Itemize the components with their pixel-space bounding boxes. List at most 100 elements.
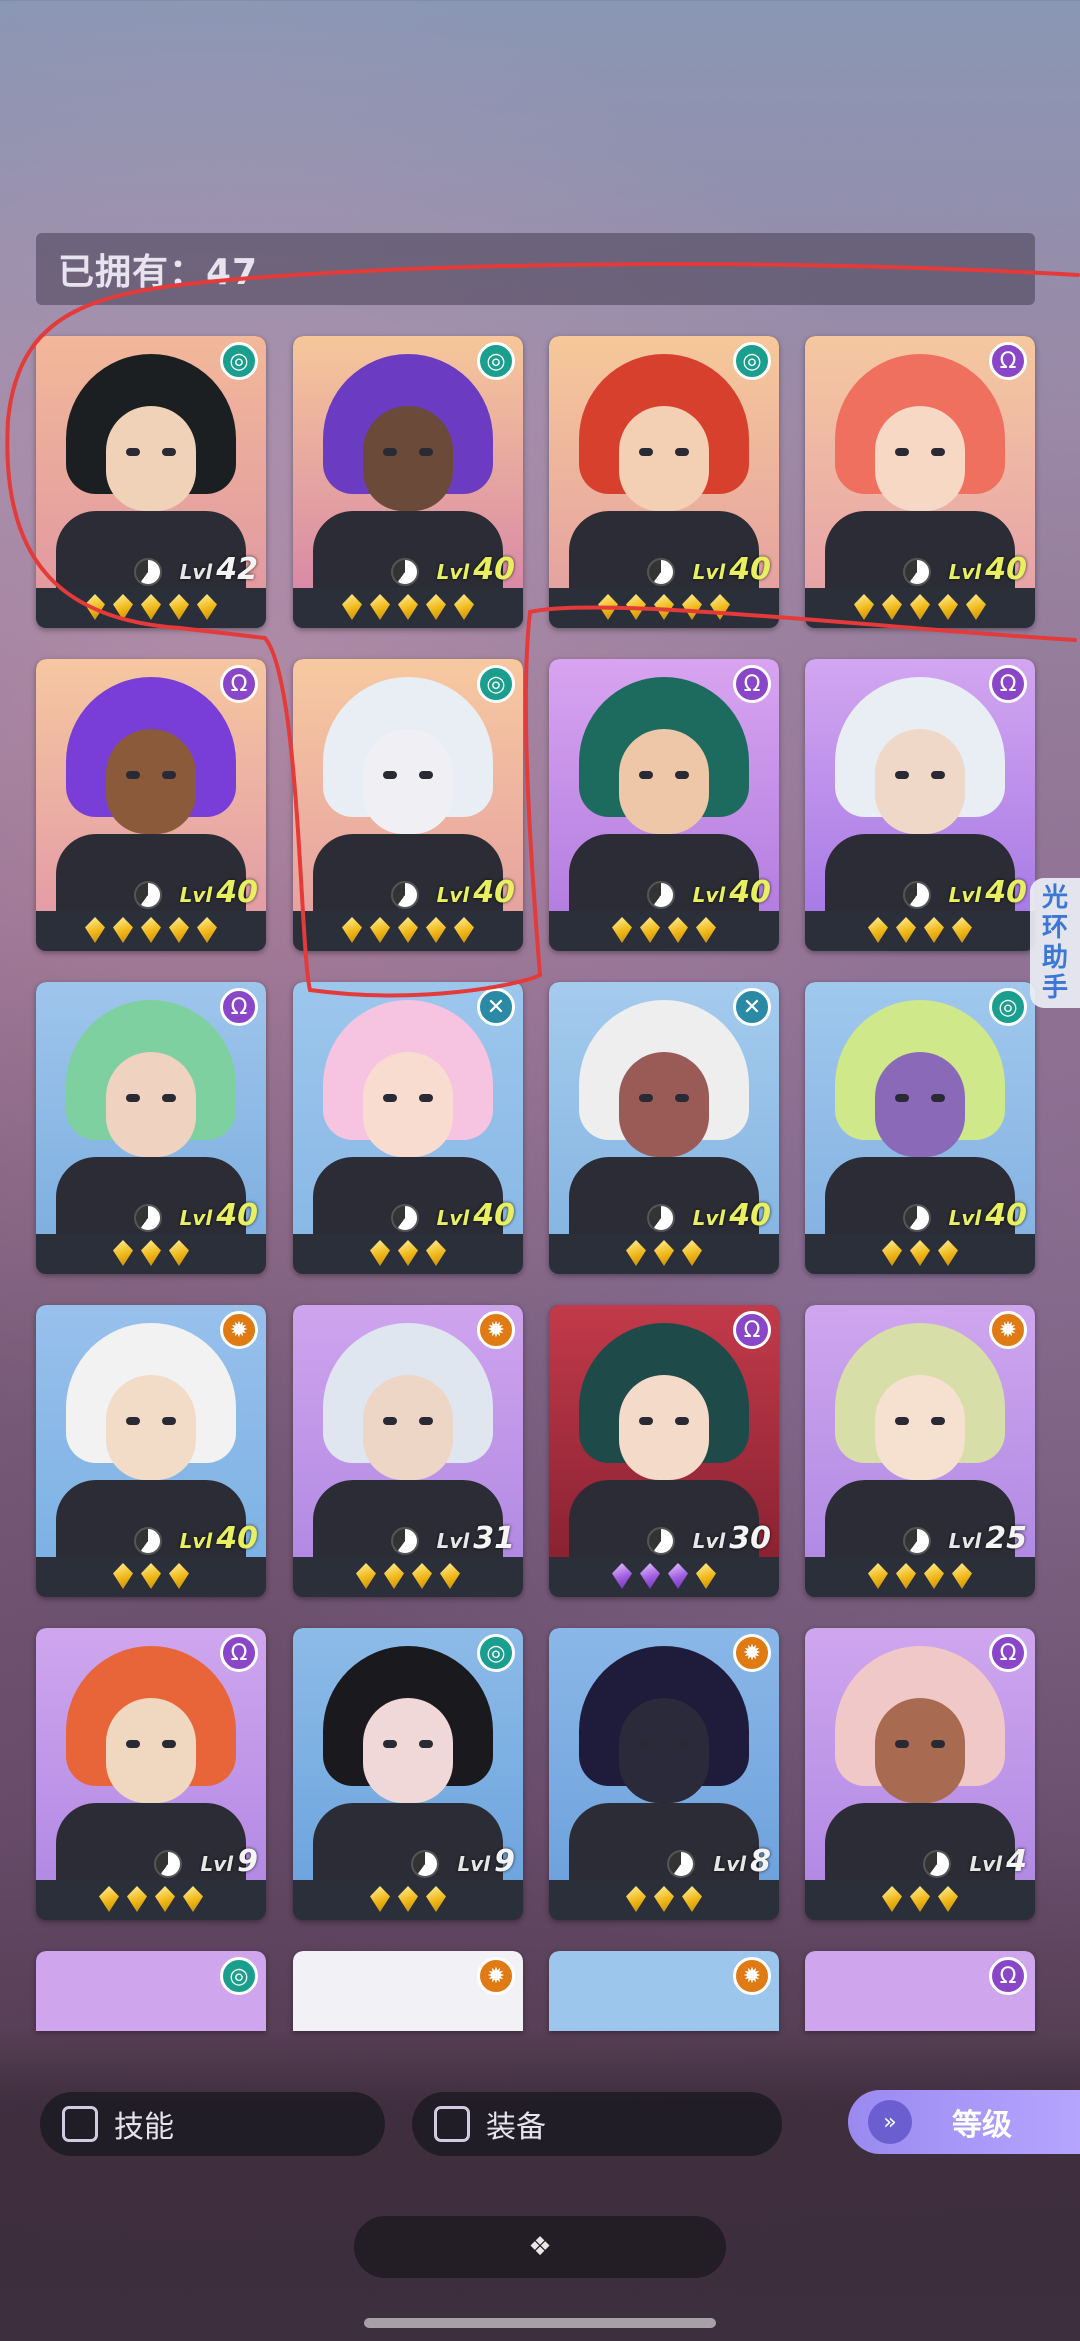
hero-card[interactable]: Ω Lvl 40 [549,659,779,951]
star-gem-icon [682,594,702,620]
swirl-icon: ◎ [989,988,1027,1026]
star-gem-icon [155,1886,175,1912]
swirl-icon: ◎ [220,1957,258,1995]
hero-eye [675,771,689,779]
hero-card-partial[interactable]: ✹ [293,1951,523,2031]
hero-eye [162,1417,176,1425]
bottom-dock-button[interactable]: ❖ [354,2216,726,2278]
bottom-fade [0,2030,1080,2341]
skill-filter-label: 技能 [114,2110,174,2145]
hero-card[interactable]: ✹ Lvl 31 [293,1305,523,1597]
star-gem-icon [141,1563,161,1589]
level-prefix: Lvl [457,1852,491,1876]
hero-eye [383,1740,397,1748]
star-rating [293,1884,523,1914]
hero-level: Lvl 40 [693,875,771,910]
level-prefix: Lvl [200,1852,234,1876]
progress-pie-icon [647,558,675,586]
aura-helper-char: 助 [1041,943,1068,973]
star-gem-icon [454,917,474,943]
hero-card[interactable]: ✕ Lvl 40 [293,982,523,1274]
hero-eye [931,448,945,456]
star-gem-icon [113,1240,133,1266]
level-prefix: Lvl [436,560,470,584]
hero-level: Lvl 4 [969,1844,1027,1879]
hero-card[interactable]: ✹ Lvl 8 [549,1628,779,1920]
hero-card-partial[interactable]: ◎ [36,1951,266,2031]
star-gem-icon [398,594,418,620]
progress-pie-icon [391,1204,419,1232]
hero-card[interactable]: Ω Lvl 9 [36,1628,266,1920]
hero-card[interactable]: Ω Lvl 40 [36,982,266,1274]
star-rating [549,1561,779,1591]
aura-helper-char: 手 [1041,973,1068,1003]
star-gem-icon [854,594,874,620]
swirl-icon: ◎ [220,342,258,380]
hero-level: Lvl 9 [457,1844,515,1879]
hero-card[interactable]: Ω Lvl 40 [36,659,266,951]
sort-by-level-button[interactable]: » 等级 [848,2090,1080,2154]
star-gem-icon [412,1563,432,1589]
star-gem-icon [952,1563,972,1589]
level-prefix: Lvl [436,1529,470,1553]
star-gem-icon [696,917,716,943]
star-gem-icon [966,594,986,620]
hero-card[interactable]: ◎ Lvl 9 [293,1628,523,1920]
hero-face [619,1375,709,1480]
hero-card[interactable]: ✹ Lvl 25 [805,1305,1035,1597]
hero-card[interactable]: Ω Lvl 30 [549,1305,779,1597]
hero-card[interactable]: ◎ Lvl 40 [549,336,779,628]
hero-eye [675,1094,689,1102]
star-gem-icon [398,1240,418,1266]
hero-face [363,406,453,511]
star-gem-icon [183,1886,203,1912]
hero-card[interactable]: Ω Lvl 40 [805,336,1035,628]
star-rating [36,1884,266,1914]
star-gem-icon [426,917,446,943]
hero-face [106,1375,196,1480]
progress-pie-icon [903,558,931,586]
hero-eye [675,1417,689,1425]
star-gem-icon [169,594,189,620]
progress-pie-icon [647,1204,675,1232]
omega-icon: Ω [220,665,258,703]
hero-eye [383,448,397,456]
hero-card[interactable]: ◎ Lvl 40 [805,982,1035,1274]
skill-filter[interactable]: 技能 [40,2092,385,2156]
star-gem-icon [370,1886,390,1912]
star-gem-icon [113,594,133,620]
star-rating [36,1238,266,1268]
equip-filter[interactable]: 装备 [412,2092,782,2156]
aura-helper-tab[interactable]: 光环助手 [1030,878,1080,1008]
hero-card-partial[interactable]: Ω [805,1951,1035,2031]
hero-card-partial[interactable]: ✹ [549,1951,779,2031]
progress-pie-icon [134,881,162,909]
level-prefix: Lvl [948,883,982,907]
hero-eye [675,448,689,456]
hero-level: Lvl 40 [180,875,258,910]
equip-checkbox[interactable] [434,2106,470,2142]
hero-card[interactable]: ◎ Lvl 40 [293,659,523,951]
hero-card[interactable]: ◎ Lvl 42 [36,336,266,628]
skill-checkbox[interactable] [62,2106,98,2142]
hero-card[interactable]: ◎ Lvl 40 [293,336,523,628]
hero-card[interactable]: ✹ Lvl 40 [36,1305,266,1597]
star-rating [805,1884,1035,1914]
hero-eye [895,771,909,779]
hero-eye [162,448,176,456]
hero-card[interactable]: ✕ Lvl 40 [549,982,779,1274]
hero-level: Lvl 40 [693,1198,771,1233]
hero-card[interactable]: Ω Lvl 40 [805,659,1035,951]
omega-icon: Ω [989,1957,1027,1995]
hero-eye [895,1740,909,1748]
omega-icon: Ω [733,1311,771,1349]
star-gem-icon [696,1563,716,1589]
progress-pie-icon [134,558,162,586]
hero-card[interactable]: Ω Lvl 4 [805,1628,1035,1920]
omega-icon: Ω [989,665,1027,703]
level-number: 40 [985,552,1027,587]
star-gem-icon [169,917,189,943]
level-number: 40 [729,875,771,910]
progress-pie-icon [154,1850,182,1878]
hero-face [619,406,709,511]
